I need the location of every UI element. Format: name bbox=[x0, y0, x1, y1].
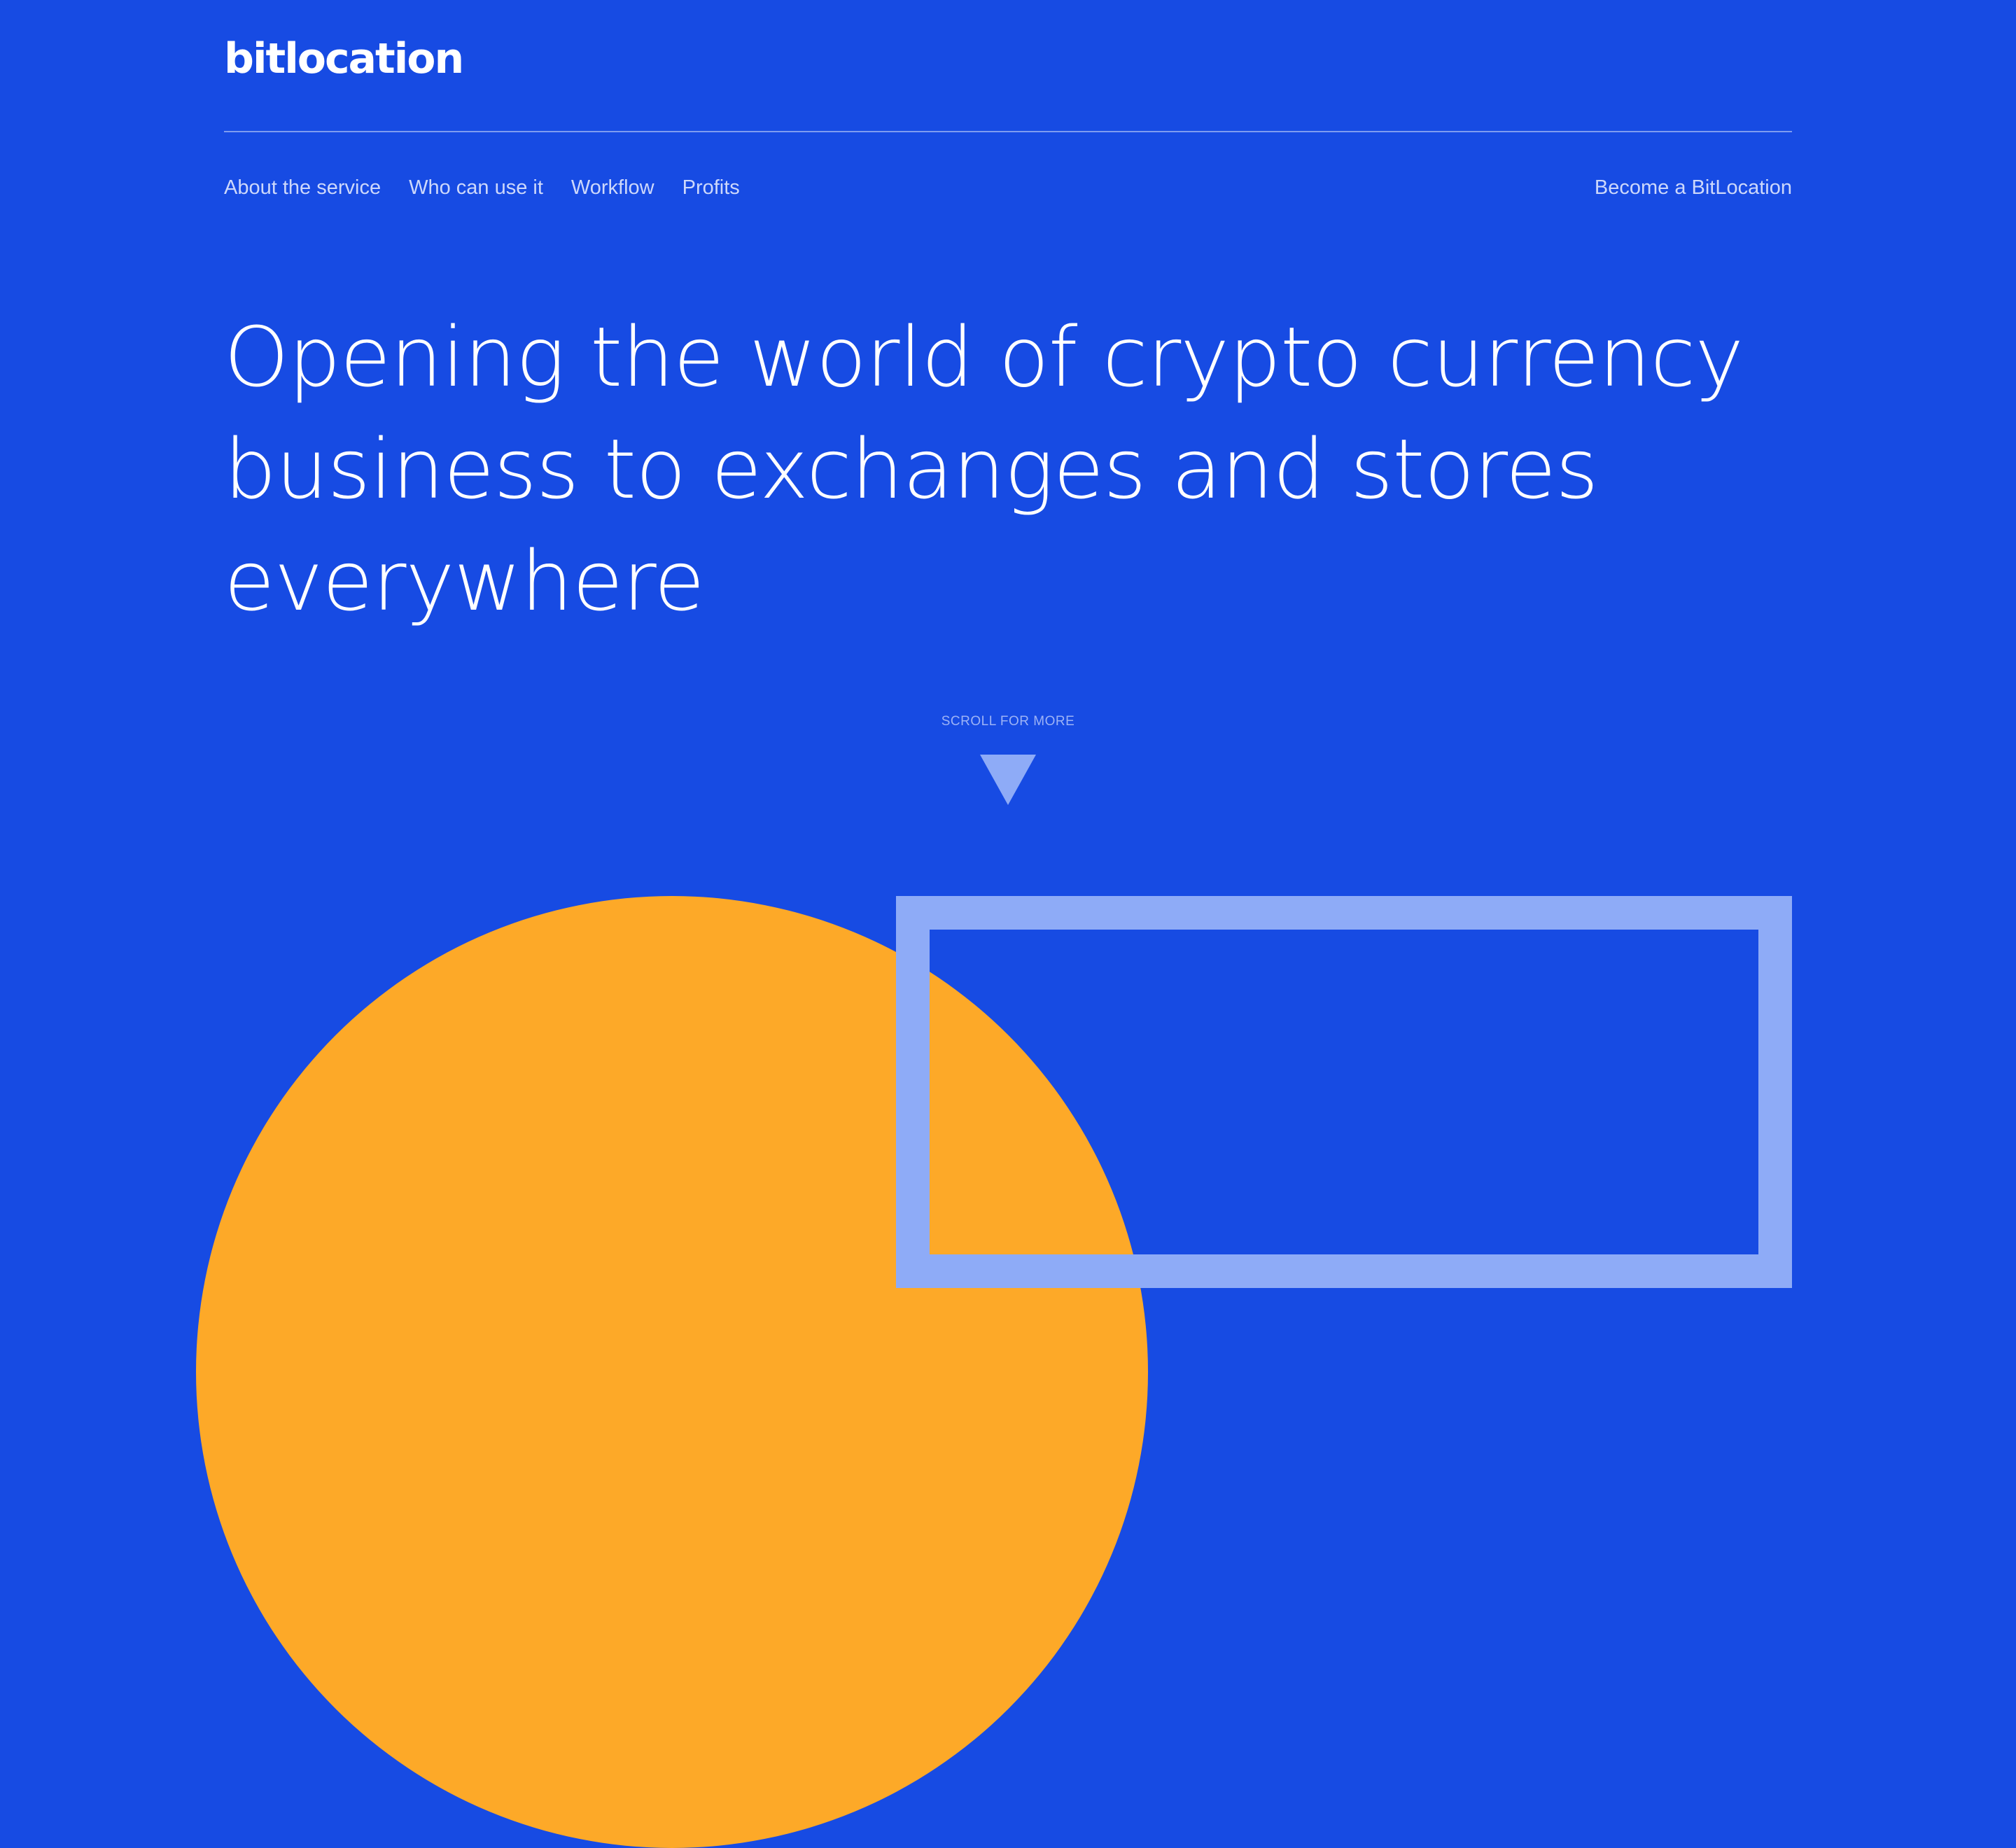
nav-item-workflow[interactable]: Workflow bbox=[571, 174, 654, 202]
nav-item-who-can-use-it[interactable]: Who can use it bbox=[409, 174, 543, 202]
triangle-down-icon[interactable] bbox=[980, 755, 1036, 805]
header-divider bbox=[224, 131, 1792, 132]
scroll-for-more-label: SCROLL FOR MORE bbox=[941, 714, 1075, 729]
nav-item-profits[interactable]: Profits bbox=[682, 174, 740, 202]
hero-title: Opening the world of crypto currency bus… bbox=[224, 309, 1744, 629]
logo[interactable]: bitlocation bbox=[224, 31, 464, 87]
become-bitlocation-link[interactable]: Become a BitLocation bbox=[1595, 174, 1792, 202]
decorative-outline-square bbox=[896, 896, 1792, 1288]
nav-item-about-the-service[interactable]: About the service bbox=[224, 174, 381, 202]
main-nav: About the service Who can use it Workflo… bbox=[224, 174, 740, 202]
